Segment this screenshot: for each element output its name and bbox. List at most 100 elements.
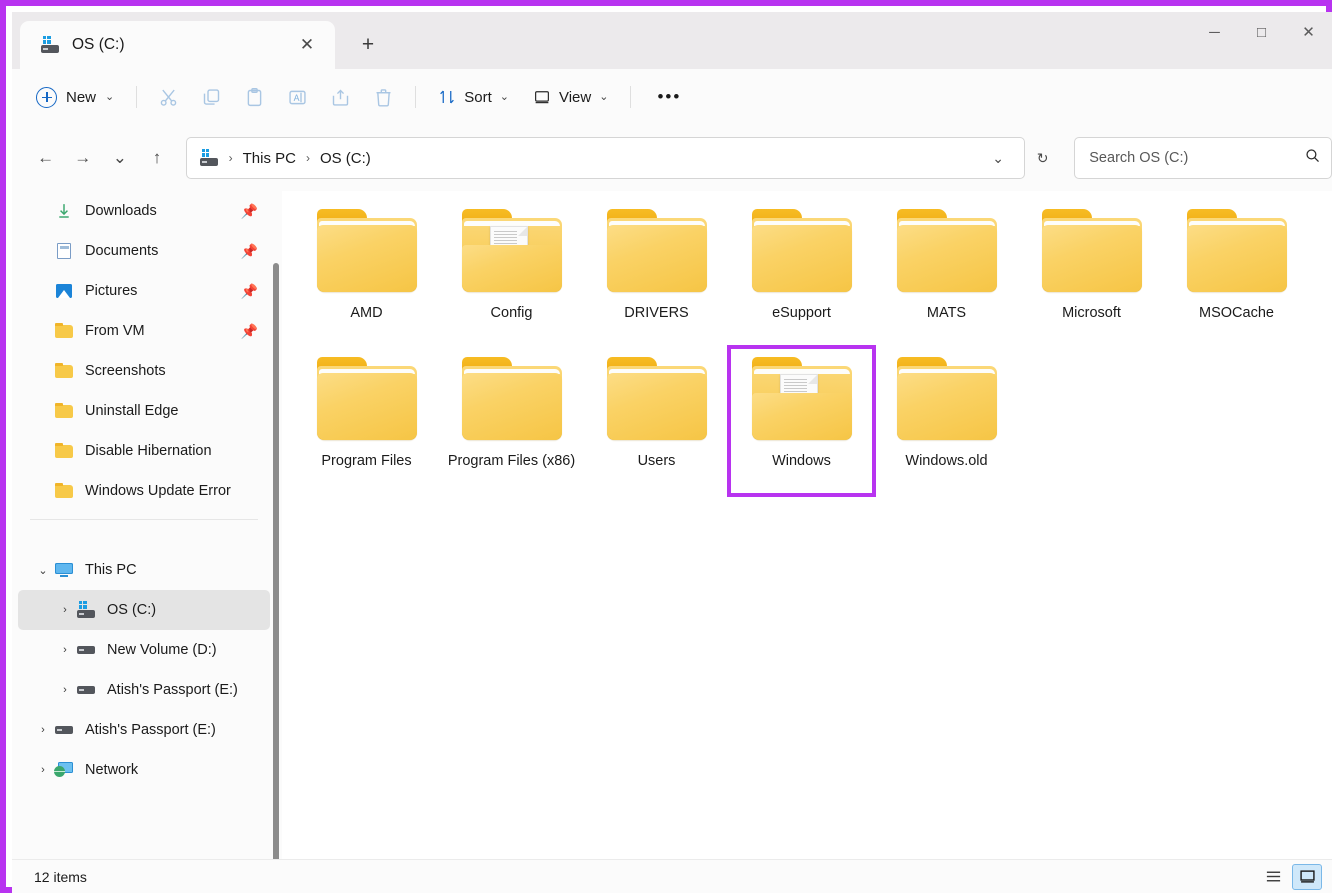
chevron-down-icon[interactable]: ⌄: [32, 564, 54, 577]
chevron-right-icon[interactable]: ›: [32, 764, 54, 776]
forward-button[interactable]: →: [64, 139, 101, 177]
sidebar-item-pictures[interactable]: Pictures 📌: [18, 271, 270, 311]
sidebar-item-os-c[interactable]: › OS (C:): [18, 590, 270, 630]
pin-icon[interactable]: 📌: [241, 203, 258, 220]
sort-button[interactable]: Sort ⌄: [426, 78, 521, 116]
item-label: MSOCache: [1199, 303, 1274, 323]
sidebar-scrollbar-thumb[interactable]: [273, 263, 279, 863]
item-count: 12 items: [34, 869, 1254, 885]
recent-locations-button[interactable]: ⌄: [101, 139, 138, 177]
sidebar-item-label: Atish's Passport (E:): [107, 682, 238, 698]
paste-icon[interactable]: [233, 78, 276, 116]
grid-view-icon[interactable]: [1292, 864, 1322, 890]
sidebar-item-label: Disable Hibernation: [85, 443, 212, 459]
sidebar-divider: [30, 519, 258, 520]
list-view-icon[interactable]: [1258, 864, 1288, 890]
close-icon[interactable]: ✕: [293, 31, 321, 59]
breadcrumb-item-os-c[interactable]: OS (C:): [314, 147, 377, 170]
drive-icon: [40, 35, 60, 55]
list-item[interactable]: Microsoft: [1019, 199, 1164, 347]
sidebar-item-label: Screenshots: [85, 363, 166, 379]
view-label: View: [559, 89, 591, 106]
chevron-right-icon[interactable]: ›: [54, 604, 76, 616]
list-item[interactable]: AMD: [294, 199, 439, 347]
refresh-icon[interactable]: ↻: [1025, 140, 1060, 176]
sidebar-item-label: Windows Update Error: [85, 483, 231, 499]
back-button[interactable]: ←: [27, 139, 64, 177]
list-item[interactable]: MATS: [874, 199, 1019, 347]
sidebar-item-screenshots[interactable]: Screenshots: [18, 351, 270, 391]
up-button[interactable]: ↑: [138, 139, 175, 177]
list-item[interactable]: Program Files: [294, 347, 439, 495]
new-button[interactable]: New ⌄: [30, 79, 126, 115]
close-button[interactable]: ✕: [1285, 12, 1332, 52]
explorer-window: OS (C:) ✕ + ─ □ ✕ New ⌄: [0, 0, 1332, 893]
sidebar-item-downloads[interactable]: Downloads 📌: [18, 191, 270, 231]
chevron-right-icon[interactable]: ›: [32, 724, 54, 736]
search-input[interactable]: [1089, 150, 1304, 166]
toolbar-divider: [136, 86, 137, 108]
sidebar-item-disable-hibernation[interactable]: Disable Hibernation: [18, 431, 270, 471]
chevron-right-icon[interactable]: ›: [54, 684, 76, 696]
folder-icon: [1040, 209, 1144, 295]
pin-icon[interactable]: 📌: [241, 323, 258, 340]
list-item[interactable]: Windows.old: [874, 347, 1019, 495]
sidebar-item-new-volume-d[interactable]: › New Volume (D:): [18, 630, 270, 670]
new-tab-button[interactable]: +: [349, 26, 387, 64]
delete-icon[interactable]: [362, 78, 405, 116]
navigation-pane[interactable]: Downloads 📌 Documents 📌 Pictures 📌 From …: [12, 191, 276, 859]
list-item[interactable]: Users: [584, 347, 729, 495]
tab-strip: OS (C:) ✕ +: [12, 12, 1191, 69]
copy-icon[interactable]: [190, 78, 233, 116]
share-icon[interactable]: [319, 78, 362, 116]
minimize-button[interactable]: ─: [1191, 12, 1238, 52]
folder-icon: [54, 321, 74, 341]
sidebar-item-windows-update-error[interactable]: Windows Update Error: [18, 471, 270, 511]
list-item-windows-highlighted[interactable]: Windows: [729, 347, 874, 495]
sidebar-item-atish-passport-e[interactable]: › Atish's Passport (E:): [18, 710, 270, 750]
sidebar-item-from-vm[interactable]: From VM 📌: [18, 311, 270, 351]
address-bar[interactable]: › This PC › OS (C:) ⌄: [186, 137, 1025, 179]
file-list[interactable]: AMD Config DRIVERS eSupport: [284, 191, 1332, 859]
chevron-right-icon[interactable]: ›: [54, 644, 76, 656]
folder-with-doc-icon: [750, 357, 854, 443]
sidebar-item-documents[interactable]: Documents 📌: [18, 231, 270, 271]
cut-icon[interactable]: [147, 78, 190, 116]
rename-icon[interactable]: A: [276, 78, 319, 116]
item-label: MATS: [927, 303, 966, 323]
pin-icon[interactable]: 📌: [241, 243, 258, 260]
chevron-down-icon: ⌄: [500, 92, 509, 103]
chevron-down-icon[interactable]: ⌄: [980, 140, 1016, 176]
pin-icon[interactable]: 📌: [241, 283, 258, 300]
plus-icon: [36, 87, 57, 108]
tab-label: OS (C:): [72, 36, 293, 54]
pictures-icon: [54, 281, 74, 301]
sidebar-scrollbar[interactable]: [270, 191, 282, 859]
tab-os-c[interactable]: OS (C:) ✕: [20, 21, 335, 69]
list-item[interactable]: DRIVERS: [584, 199, 729, 347]
hdd-icon: [54, 720, 74, 740]
folder-icon: [605, 357, 709, 443]
sidebar-item-atish-passport-e-nested[interactable]: › Atish's Passport (E:): [18, 670, 270, 710]
breadcrumb-item-this-pc[interactable]: This PC: [237, 147, 302, 170]
svg-text:A: A: [294, 93, 300, 103]
maximize-button[interactable]: □: [1238, 12, 1285, 52]
list-item[interactable]: Program Files (x86): [439, 347, 584, 495]
list-item[interactable]: Config: [439, 199, 584, 347]
list-item[interactable]: MSOCache: [1164, 199, 1309, 347]
sidebar-item-label: OS (C:): [107, 602, 156, 618]
sidebar-item-uninstall-edge[interactable]: Uninstall Edge: [18, 391, 270, 431]
folder-icon: [54, 481, 74, 501]
overflow-menu-button[interactable]: •••: [641, 87, 697, 107]
view-button[interactable]: View ⌄: [521, 78, 620, 116]
this-pc-icon: [54, 560, 74, 580]
sidebar-item-network[interactable]: › Network: [18, 750, 270, 790]
sidebar-item-label: Atish's Passport (E:): [85, 722, 216, 738]
drive-icon: [199, 148, 219, 168]
address-row: ← → ⌄ ↑ › This PC › OS (C:) ⌄ ↻: [12, 125, 1332, 191]
search-icon[interactable]: [1304, 147, 1321, 169]
list-item[interactable]: eSupport: [729, 199, 874, 347]
search-box[interactable]: [1074, 137, 1332, 179]
sidebar-item-this-pc[interactable]: ⌄ This PC: [18, 550, 270, 590]
item-label: eSupport: [772, 303, 831, 323]
